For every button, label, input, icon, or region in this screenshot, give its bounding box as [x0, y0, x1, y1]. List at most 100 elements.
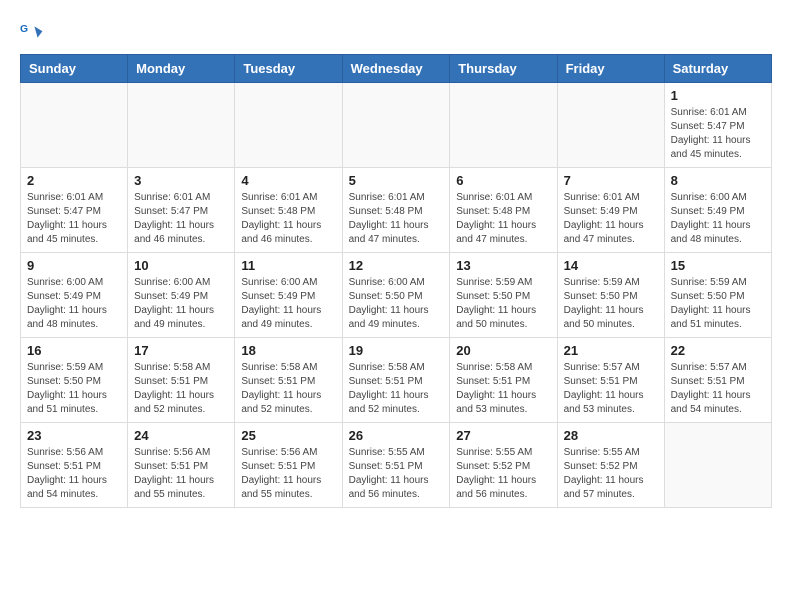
calendar-cell: 26 Sunrise: 5:55 AM Sunset: 5:51 PM Dayli…	[342, 423, 450, 508]
day-info: Sunrise: 5:59 AM Sunset: 5:50 PM Dayligh…	[456, 276, 550, 332]
day-info: Sunrise: 5:55 AM Sunset: 5:52 PM Dayligh…	[564, 446, 658, 502]
day-number: 12	[349, 258, 444, 273]
calendar-cell: 8 Sunrise: 6:00 AM Sunset: 5:49 PM Daylig…	[664, 168, 771, 253]
day-info: Sunrise: 6:01 AM Sunset: 5:47 PM Dayligh…	[27, 191, 121, 247]
day-number: 4	[241, 173, 335, 188]
calendar-cell: 25 Sunrise: 5:56 AM Sunset: 5:51 PM Dayli…	[235, 423, 342, 508]
day-info: Sunrise: 6:01 AM Sunset: 5:47 PM Dayligh…	[134, 191, 228, 247]
day-number: 15	[671, 258, 765, 273]
calendar-cell: 3 Sunrise: 6:01 AM Sunset: 5:47 PM Daylig…	[128, 168, 235, 253]
day-info: Sunrise: 5:56 AM Sunset: 5:51 PM Dayligh…	[241, 446, 335, 502]
page-header: G	[20, 20, 772, 44]
weekday-header-row: SundayMondayTuesdayWednesdayThursdayFrid…	[21, 55, 772, 83]
day-number: 7	[564, 173, 658, 188]
day-info: Sunrise: 5:59 AM Sunset: 5:50 PM Dayligh…	[27, 361, 121, 417]
day-number: 25	[241, 428, 335, 443]
weekday-header-wednesday: Wednesday	[342, 55, 450, 83]
calendar-cell: 23Sunrise: 5:56 AM Sunset: 5:51 PM Dayli…	[21, 423, 128, 508]
calendar-cell: 2 Sunrise: 6:01 AM Sunset: 5:47 PM Daylig…	[21, 168, 128, 253]
day-info: Sunrise: 5:57 AM Sunset: 5:51 PM Dayligh…	[564, 361, 658, 417]
day-info: Sunrise: 5:59 AM Sunset: 5:50 PM Dayligh…	[671, 276, 765, 332]
day-info: Sunrise: 5:58 AM Sunset: 5:51 PM Dayligh…	[456, 361, 550, 417]
day-number: 14	[564, 258, 658, 273]
day-number: 27	[456, 428, 550, 443]
day-info: Sunrise: 5:56 AM Sunset: 5:51 PM Dayligh…	[134, 446, 228, 502]
week-row-2: 2 Sunrise: 6:01 AM Sunset: 5:47 PM Daylig…	[21, 168, 772, 253]
calendar-cell: 4 Sunrise: 6:01 AM Sunset: 5:48 PM Daylig…	[235, 168, 342, 253]
calendar-cell: 21 Sunrise: 5:57 AM Sunset: 5:51 PM Dayli…	[557, 338, 664, 423]
day-info: Sunrise: 5:58 AM Sunset: 5:51 PM Dayligh…	[134, 361, 228, 417]
calendar-cell: 22 Sunrise: 5:57 AM Sunset: 5:51 PM Dayli…	[664, 338, 771, 423]
day-number: 13	[456, 258, 550, 273]
day-number: 22	[671, 343, 765, 358]
logo: G	[20, 20, 48, 44]
day-info: Sunrise: 6:01 AM Sunset: 5:48 PM Dayligh…	[241, 191, 335, 247]
day-info: Sunrise: 5:56 AM Sunset: 5:51 PM Dayligh…	[27, 446, 121, 502]
day-number: 17	[134, 343, 228, 358]
calendar-cell: 9 Sunrise: 6:00 AM Sunset: 5:49 PM Daylig…	[21, 253, 128, 338]
week-row-4: 16 Sunrise: 5:59 AM Sunset: 5:50 PM Dayli…	[21, 338, 772, 423]
day-number: 16	[27, 343, 121, 358]
day-number: 21	[564, 343, 658, 358]
day-info: Sunrise: 5:55 AM Sunset: 5:51 PM Dayligh…	[349, 446, 444, 502]
week-row-5: 23Sunrise: 5:56 AM Sunset: 5:51 PM Dayli…	[21, 423, 772, 508]
calendar-cell: 24 Sunrise: 5:56 AM Sunset: 5:51 PM Dayli…	[128, 423, 235, 508]
day-number: 19	[349, 343, 444, 358]
calendar-cell: 17 Sunrise: 5:58 AM Sunset: 5:51 PM Dayli…	[128, 338, 235, 423]
calendar-cell: 27 Sunrise: 5:55 AM Sunset: 5:52 PM Dayli…	[450, 423, 557, 508]
calendar-cell: 14 Sunrise: 5:59 AM Sunset: 5:50 PM Dayli…	[557, 253, 664, 338]
day-info: Sunrise: 6:00 AM Sunset: 5:49 PM Dayligh…	[671, 191, 765, 247]
calendar-cell	[664, 423, 771, 508]
week-row-3: 9 Sunrise: 6:00 AM Sunset: 5:49 PM Daylig…	[21, 253, 772, 338]
day-info: Sunrise: 6:00 AM Sunset: 5:49 PM Dayligh…	[134, 276, 228, 332]
svg-text:G: G	[20, 24, 28, 35]
logo-icon: G	[20, 20, 44, 44]
calendar-cell: 20Sunrise: 5:58 AM Sunset: 5:51 PM Dayli…	[450, 338, 557, 423]
calendar-cell: 28 Sunrise: 5:55 AM Sunset: 5:52 PM Dayli…	[557, 423, 664, 508]
day-number: 8	[671, 173, 765, 188]
day-info: Sunrise: 6:01 AM Sunset: 5:47 PM Dayligh…	[671, 106, 765, 162]
day-number: 11	[241, 258, 335, 273]
calendar-cell	[557, 83, 664, 168]
day-info: Sunrise: 5:57 AM Sunset: 5:51 PM Dayligh…	[671, 361, 765, 417]
day-info: Sunrise: 6:01 AM Sunset: 5:48 PM Dayligh…	[349, 191, 444, 247]
weekday-header-saturday: Saturday	[664, 55, 771, 83]
day-number: 2	[27, 173, 121, 188]
weekday-header-monday: Monday	[128, 55, 235, 83]
calendar-cell: 13 Sunrise: 5:59 AM Sunset: 5:50 PM Dayli…	[450, 253, 557, 338]
day-info: Sunrise: 6:00 AM Sunset: 5:50 PM Dayligh…	[349, 276, 444, 332]
day-number: 26	[349, 428, 444, 443]
calendar-cell: 12 Sunrise: 6:00 AM Sunset: 5:50 PM Dayli…	[342, 253, 450, 338]
calendar-cell: 6 Sunrise: 6:01 AM Sunset: 5:48 PM Daylig…	[450, 168, 557, 253]
calendar-cell: 10Sunrise: 6:00 AM Sunset: 5:49 PM Dayli…	[128, 253, 235, 338]
calendar-table: SundayMondayTuesdayWednesdayThursdayFrid…	[20, 54, 772, 508]
calendar-cell: 1Sunrise: 6:01 AM Sunset: 5:47 PM Daylig…	[664, 83, 771, 168]
calendar-cell: 7 Sunrise: 6:01 AM Sunset: 5:49 PM Daylig…	[557, 168, 664, 253]
day-info: Sunrise: 6:01 AM Sunset: 5:49 PM Dayligh…	[564, 191, 658, 247]
calendar-cell	[342, 83, 450, 168]
weekday-header-tuesday: Tuesday	[235, 55, 342, 83]
weekday-header-friday: Friday	[557, 55, 664, 83]
day-info: Sunrise: 6:01 AM Sunset: 5:48 PM Dayligh…	[456, 191, 550, 247]
weekday-header-thursday: Thursday	[450, 55, 557, 83]
calendar-cell: 15 Sunrise: 5:59 AM Sunset: 5:50 PM Dayli…	[664, 253, 771, 338]
day-number: 9	[27, 258, 121, 273]
day-info: Sunrise: 5:59 AM Sunset: 5:50 PM Dayligh…	[564, 276, 658, 332]
day-number: 24	[134, 428, 228, 443]
calendar-cell: 5 Sunrise: 6:01 AM Sunset: 5:48 PM Daylig…	[342, 168, 450, 253]
day-number: 5	[349, 173, 444, 188]
calendar-cell	[235, 83, 342, 168]
week-row-1: 1Sunrise: 6:01 AM Sunset: 5:47 PM Daylig…	[21, 83, 772, 168]
calendar-cell	[450, 83, 557, 168]
day-number: 6	[456, 173, 550, 188]
day-info: Sunrise: 5:58 AM Sunset: 5:51 PM Dayligh…	[241, 361, 335, 417]
day-number: 3	[134, 173, 228, 188]
weekday-header-sunday: Sunday	[21, 55, 128, 83]
calendar-cell: 18 Sunrise: 5:58 AM Sunset: 5:51 PM Dayli…	[235, 338, 342, 423]
day-number: 28	[564, 428, 658, 443]
day-info: Sunrise: 6:00 AM Sunset: 5:49 PM Dayligh…	[241, 276, 335, 332]
day-info: Sunrise: 6:00 AM Sunset: 5:49 PM Dayligh…	[27, 276, 121, 332]
day-number: 18	[241, 343, 335, 358]
day-info: Sunrise: 5:58 AM Sunset: 5:51 PM Dayligh…	[349, 361, 444, 417]
day-info: Sunrise: 5:55 AM Sunset: 5:52 PM Dayligh…	[456, 446, 550, 502]
